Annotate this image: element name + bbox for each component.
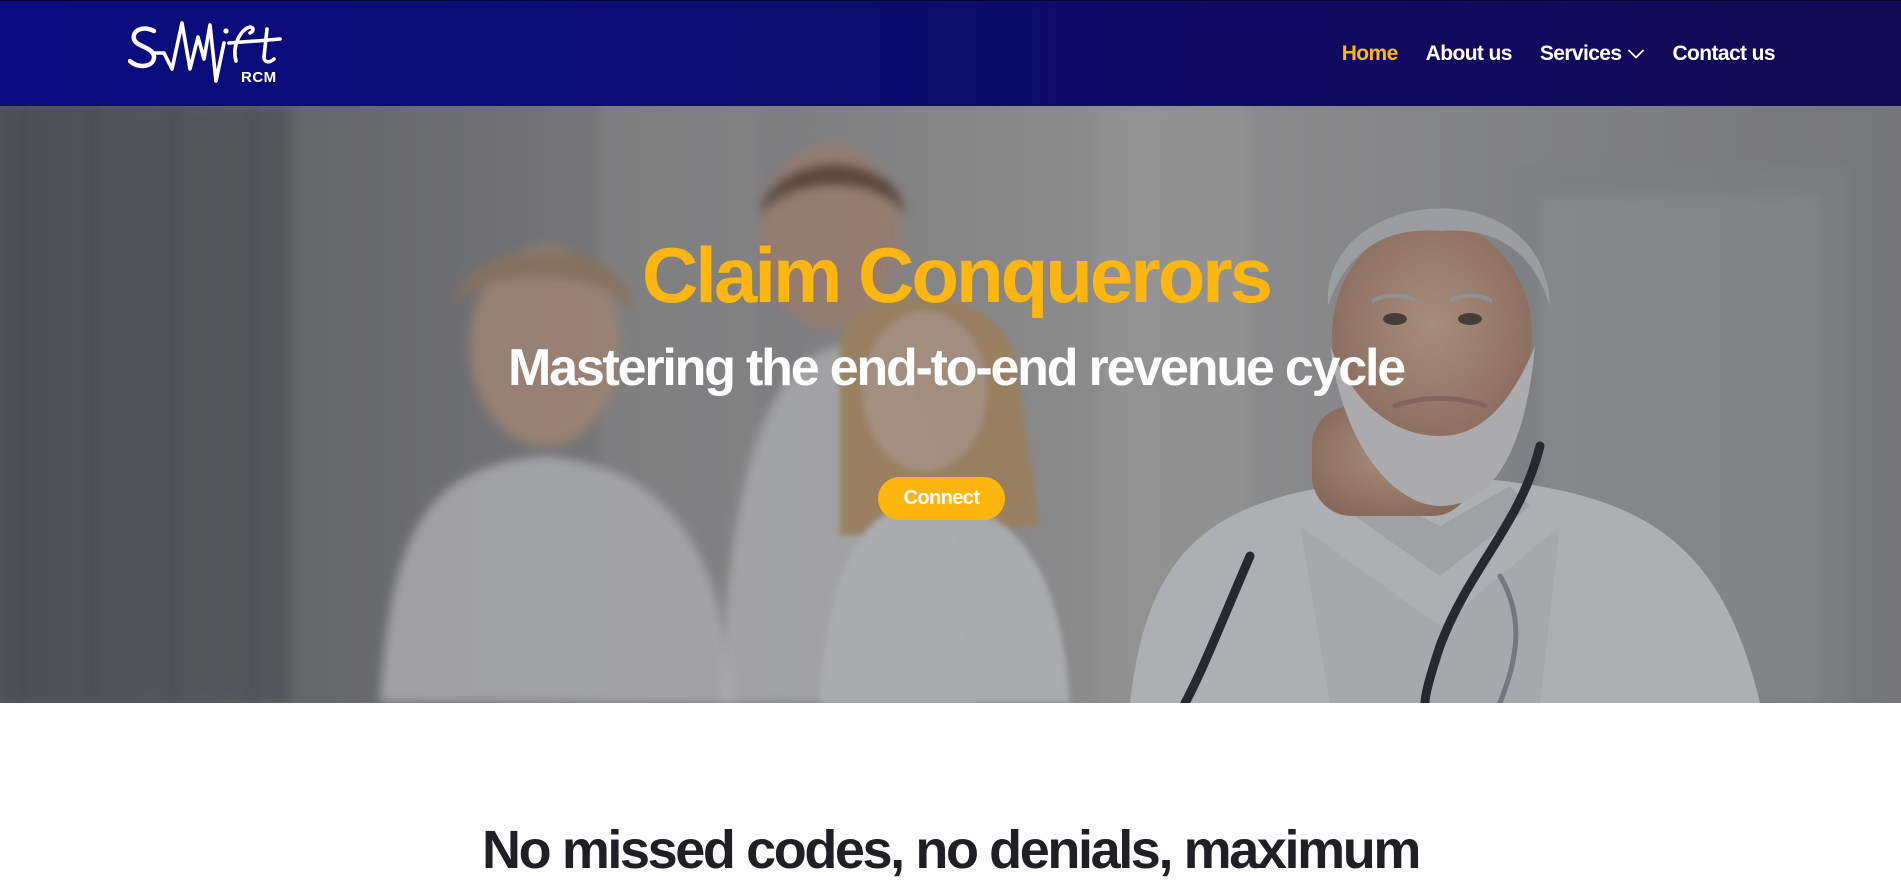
nav-about-us[interactable]: About us: [1425, 42, 1513, 66]
nav-home-label: Home: [1341, 42, 1399, 65]
logo-sub-text: RCM: [241, 69, 277, 86]
nav-services[interactable]: Services: [1540, 42, 1645, 66]
nav-about-us-label: About us: [1425, 42, 1513, 65]
connect-button[interactable]: Connect: [878, 477, 1005, 520]
nav-home[interactable]: Home: [1341, 42, 1399, 66]
main-nav: Home About us Services Contact us: [1341, 1, 1776, 107]
chevron-down-icon: [1628, 49, 1645, 59]
swift-rcm-logo[interactable]: RCM: [128, 17, 288, 91]
hero-overlay: [0, 106, 1901, 703]
hero-title: Claim Conquerors: [641, 231, 1273, 319]
hero-subtitle: Mastering the end-to-end revenue cycle: [508, 339, 1406, 397]
nav-contact-us-label: Contact us: [1672, 42, 1775, 65]
section-heading: No missed codes, no denials, maximum: [482, 820, 1421, 880]
site-header: RCM Home About us Services Contact us: [0, 0, 1901, 106]
nav-contact-us[interactable]: Contact us: [1672, 42, 1775, 66]
hero-section: Claim Conquerors Mastering the end-to-en…: [0, 106, 1901, 703]
nav-services-label: Services: [1539, 42, 1622, 65]
